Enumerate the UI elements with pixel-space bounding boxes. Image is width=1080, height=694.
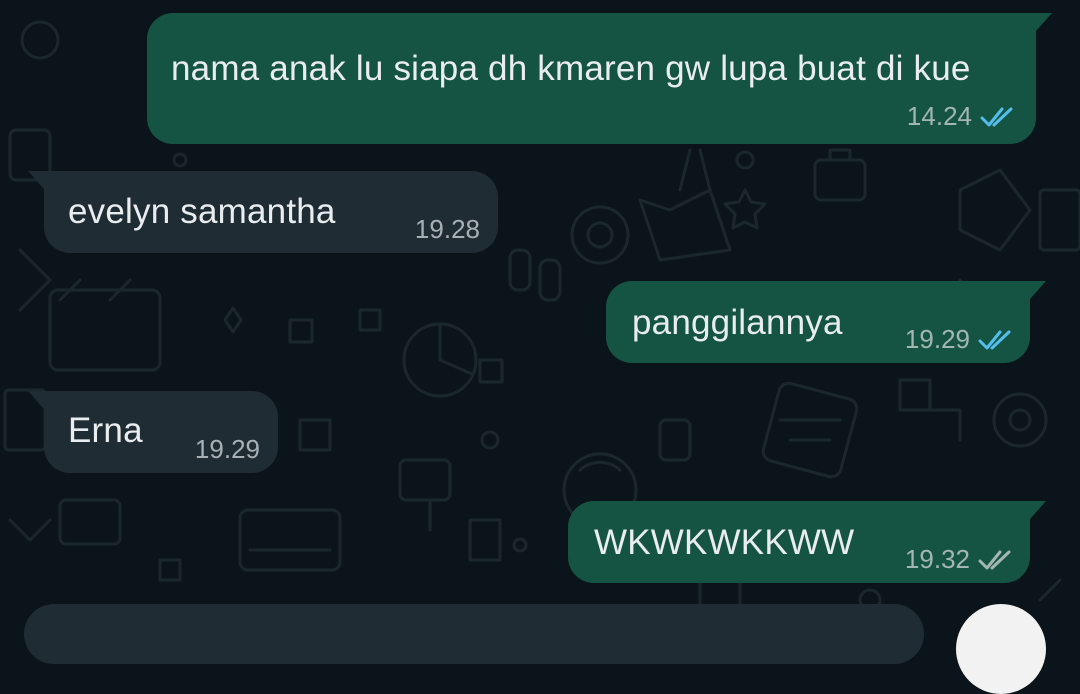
message-time: 19.32 — [904, 544, 970, 574]
bubble-tail — [1030, 281, 1046, 299]
message-text: WKWKWKKWW — [594, 523, 855, 562]
bubble-tail — [1036, 13, 1052, 31]
double-check-blue-icon — [980, 106, 1014, 128]
message-meta: 19.29 — [905, 324, 1012, 355]
bubble-tail — [1030, 501, 1046, 519]
message-text: panggilannya — [632, 303, 843, 342]
double-check-blue-icon — [978, 329, 1012, 351]
outgoing-message-bubble[interactable]: panggilannya 19.29 — [606, 281, 1046, 363]
incoming-message-bubble[interactable]: evelyn samantha 19.28 — [28, 171, 498, 253]
message-time: 19.29 — [194, 434, 260, 464]
message-text: Erna — [68, 411, 143, 450]
message-meta: 19.32 — [905, 544, 1012, 575]
message-time: 14.24 — [906, 101, 972, 131]
message-input-bar[interactable] — [24, 604, 924, 664]
bubble-tail — [28, 171, 44, 189]
action-button[interactable] — [956, 604, 1046, 694]
message-meta: 19.29 — [195, 434, 260, 465]
message-time: 19.28 — [414, 214, 480, 244]
message-text: evelyn samantha — [68, 192, 336, 231]
message-text: nama anak lu siapa dh kmaren gw lupa bua… — [171, 49, 971, 88]
message-meta: 14.24 — [907, 101, 1014, 132]
message-meta: 19.28 — [415, 214, 480, 245]
outgoing-message-bubble[interactable]: nama anak lu siapa dh kmaren gw lupa bua… — [147, 13, 1052, 144]
incoming-message-bubble[interactable]: Erna 19.29 — [28, 391, 278, 473]
outgoing-message-bubble[interactable]: WKWKWKKWW 19.32 — [568, 501, 1046, 583]
double-check-grey-icon — [978, 549, 1012, 571]
bubble-tail — [28, 391, 44, 409]
message-time: 19.29 — [904, 324, 970, 354]
